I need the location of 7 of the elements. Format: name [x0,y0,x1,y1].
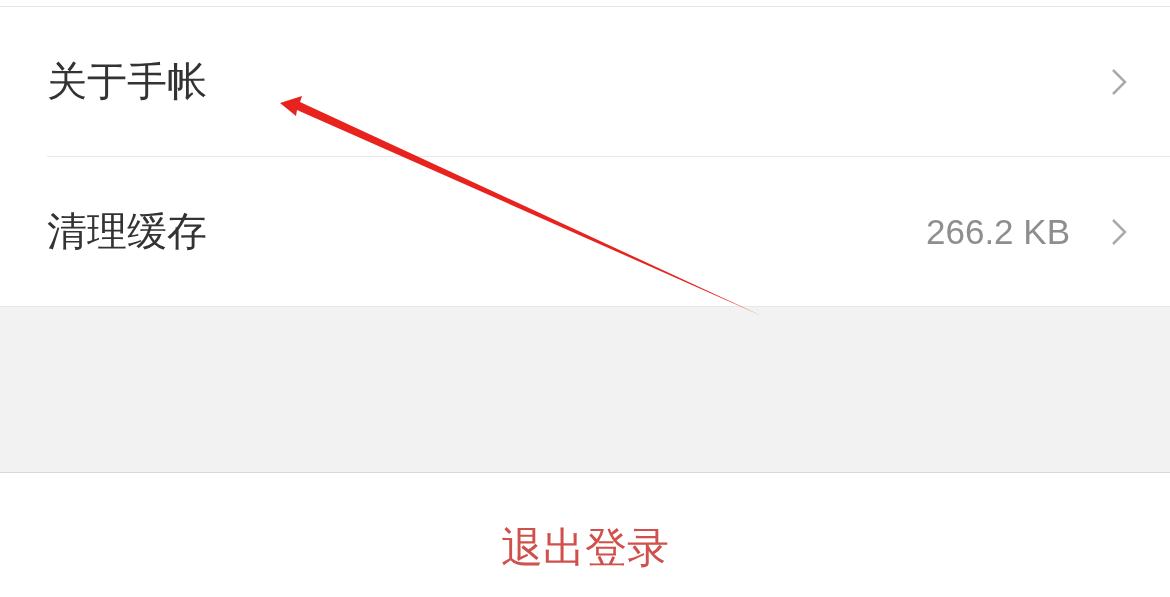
chevron-right-icon [1110,66,1128,97]
logout-button[interactable]: 退出登录 [501,520,669,576]
chevron-right-icon [1110,216,1128,247]
settings-label: 关于手帐 [47,57,208,106]
settings-label: 清理缓存 [47,207,208,256]
settings-value: 266.2 KB [926,211,1070,252]
settings-item[interactable]: 清理缓存 266.2 KB [47,157,1170,306]
